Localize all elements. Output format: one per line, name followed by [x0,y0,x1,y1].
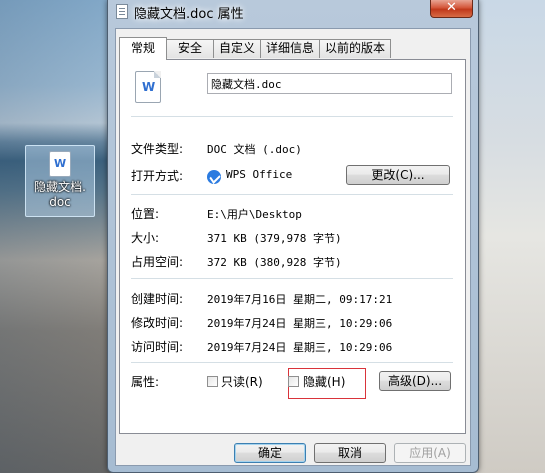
word-doc-icon: W [135,71,161,103]
title-bar[interactable]: 隐藏文档.doc 属性 ✕ [108,0,478,28]
separator [131,116,453,117]
general-tab-panel: W 文件类型: DOC 文档 (.doc) 打开方式: WPS Office 更… [119,59,466,434]
hidden-label[interactable]: 隐藏(H) [303,373,345,390]
desktop-file-label: 隐藏文档. doc [34,180,86,209]
change-button[interactable]: 更改(C)... [346,165,450,185]
location-value: E:\用户\Desktop [207,208,302,221]
separator [131,194,453,195]
close-button[interactable]: ✕ [430,0,473,18]
wps-logo-icon [207,170,221,184]
modified-label: 修改时间: [131,316,184,330]
ok-button[interactable]: 确定 [234,443,306,463]
file-type-value: DOC 文档 (.doc) [207,143,302,156]
hidden-checkbox[interactable] [288,376,299,387]
cancel-button[interactable]: 取消 [314,443,386,463]
tab-details[interactable]: 详细信息 [260,39,320,58]
desktop-background-right [470,0,545,473]
opens-with-label: 打开方式: [131,169,184,183]
created-value: 2019年7月16日 星期二, 09:17:21 [207,293,393,306]
attributes-label: 属性: [131,375,160,389]
readonly-checkbox[interactable] [207,376,218,387]
separator [131,278,453,279]
file-name-input[interactable] [207,73,452,94]
document-icon [116,4,128,19]
modified-value: 2019年7月24日 星期三, 10:29:06 [207,317,393,330]
location-label: 位置: [131,207,160,221]
tab-previous-versions[interactable]: 以前的版本 [319,39,391,58]
accessed-value: 2019年7月24日 星期三, 10:29:06 [207,341,393,354]
advanced-button[interactable]: 高级(D)... [379,371,451,391]
separator [131,362,453,363]
created-label: 创建时间: [131,292,184,306]
tab-security[interactable]: 安全 [166,39,214,58]
readonly-label[interactable]: 只读(R) [221,373,263,390]
properties-window: 隐藏文档.doc 属性 ✕ 常规 安全 自定义 详细信息 以前的版本 W 文件类… [107,0,479,473]
file-type-label: 文件类型: [131,142,184,156]
word-doc-icon: W [49,151,71,177]
size-label: 大小: [131,231,160,245]
desktop-file-icon[interactable]: W 隐藏文档. doc [25,145,95,217]
tab-custom[interactable]: 自定义 [213,39,261,58]
size-value: 371 KB (379,978 字节) [207,232,342,245]
size-on-disk-label: 占用空间: [131,255,184,269]
accessed-label: 访问时间: [131,340,184,354]
dialog-body: 常规 安全 自定义 详细信息 以前的版本 W 文件类型: DOC 文档 (.do… [115,28,471,466]
opens-with-value: WPS Office [226,168,293,181]
apply-button[interactable]: 应用(A) [394,443,466,463]
tab-bar: 常规 安全 自定义 详细信息 以前的版本 [119,37,467,60]
window-title: 隐藏文档.doc 属性 [134,7,244,22]
size-on-disk-value: 372 KB (380,928 字节) [207,256,342,269]
tab-general[interactable]: 常规 [119,37,167,60]
